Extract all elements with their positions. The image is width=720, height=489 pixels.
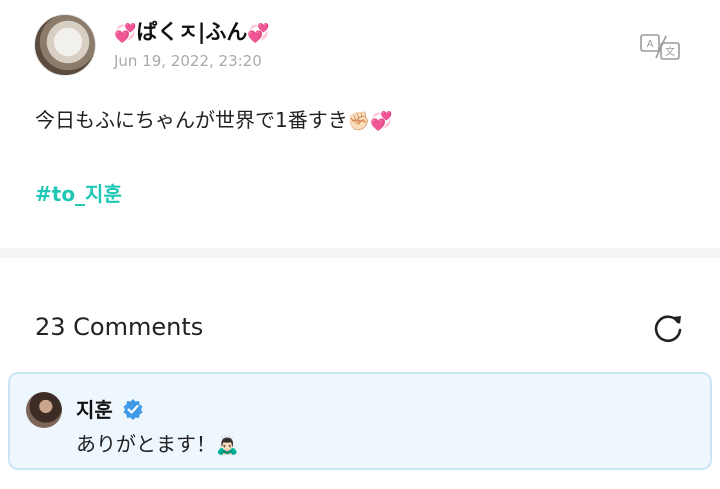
svg-text:A: A <box>647 39 654 50</box>
highlighted-comment[interactable]: 지훈 ありがとます！🙇🏻‍♂️ <box>8 372 712 470</box>
svg-text:文: 文 <box>665 45 675 58</box>
post-body-text: 今日もふにちゃんが世界で1番すき <box>35 108 348 132</box>
post-body: 今日もふにちゃんが世界で1番すき✊🏻💞 <box>35 104 393 133</box>
author-avatar[interactable] <box>34 14 96 76</box>
post-body-emoji: ✊🏻💞 <box>347 111 393 132</box>
post-card: 💞ぱくㅈ|ふん💞 Jun 19, 2022, 23:20 A 文 今日もふにちゃ… <box>0 0 720 248</box>
hashtag-link[interactable]: #to_지훈 <box>35 178 122 207</box>
author-name[interactable]: 💞ぱくㅈ|ふん💞 <box>114 16 270 46</box>
commenter-avatar[interactable] <box>26 392 62 428</box>
post-date: Jun 19, 2022, 23:20 <box>114 52 262 70</box>
heart-emoji-right: 💞 <box>247 23 270 44</box>
refresh-icon[interactable] <box>650 310 686 346</box>
comment-body: ありがとます！🙇🏻‍♂️ <box>76 428 238 457</box>
comments-count: 23 Comments <box>35 313 204 341</box>
author-name-text: ぱくㅈ|ふん <box>136 20 248 44</box>
heart-emoji-left: 💞 <box>114 23 137 44</box>
commenter-name[interactable]: 지훈 <box>76 394 113 423</box>
comment-text: ありがとます！ <box>76 432 216 456</box>
section-divider <box>0 248 720 258</box>
verified-badge-icon <box>122 398 144 420</box>
translate-icon[interactable]: A 文 <box>640 32 682 62</box>
comment-emoji: 🙇🏻‍♂️ <box>216 435 239 456</box>
